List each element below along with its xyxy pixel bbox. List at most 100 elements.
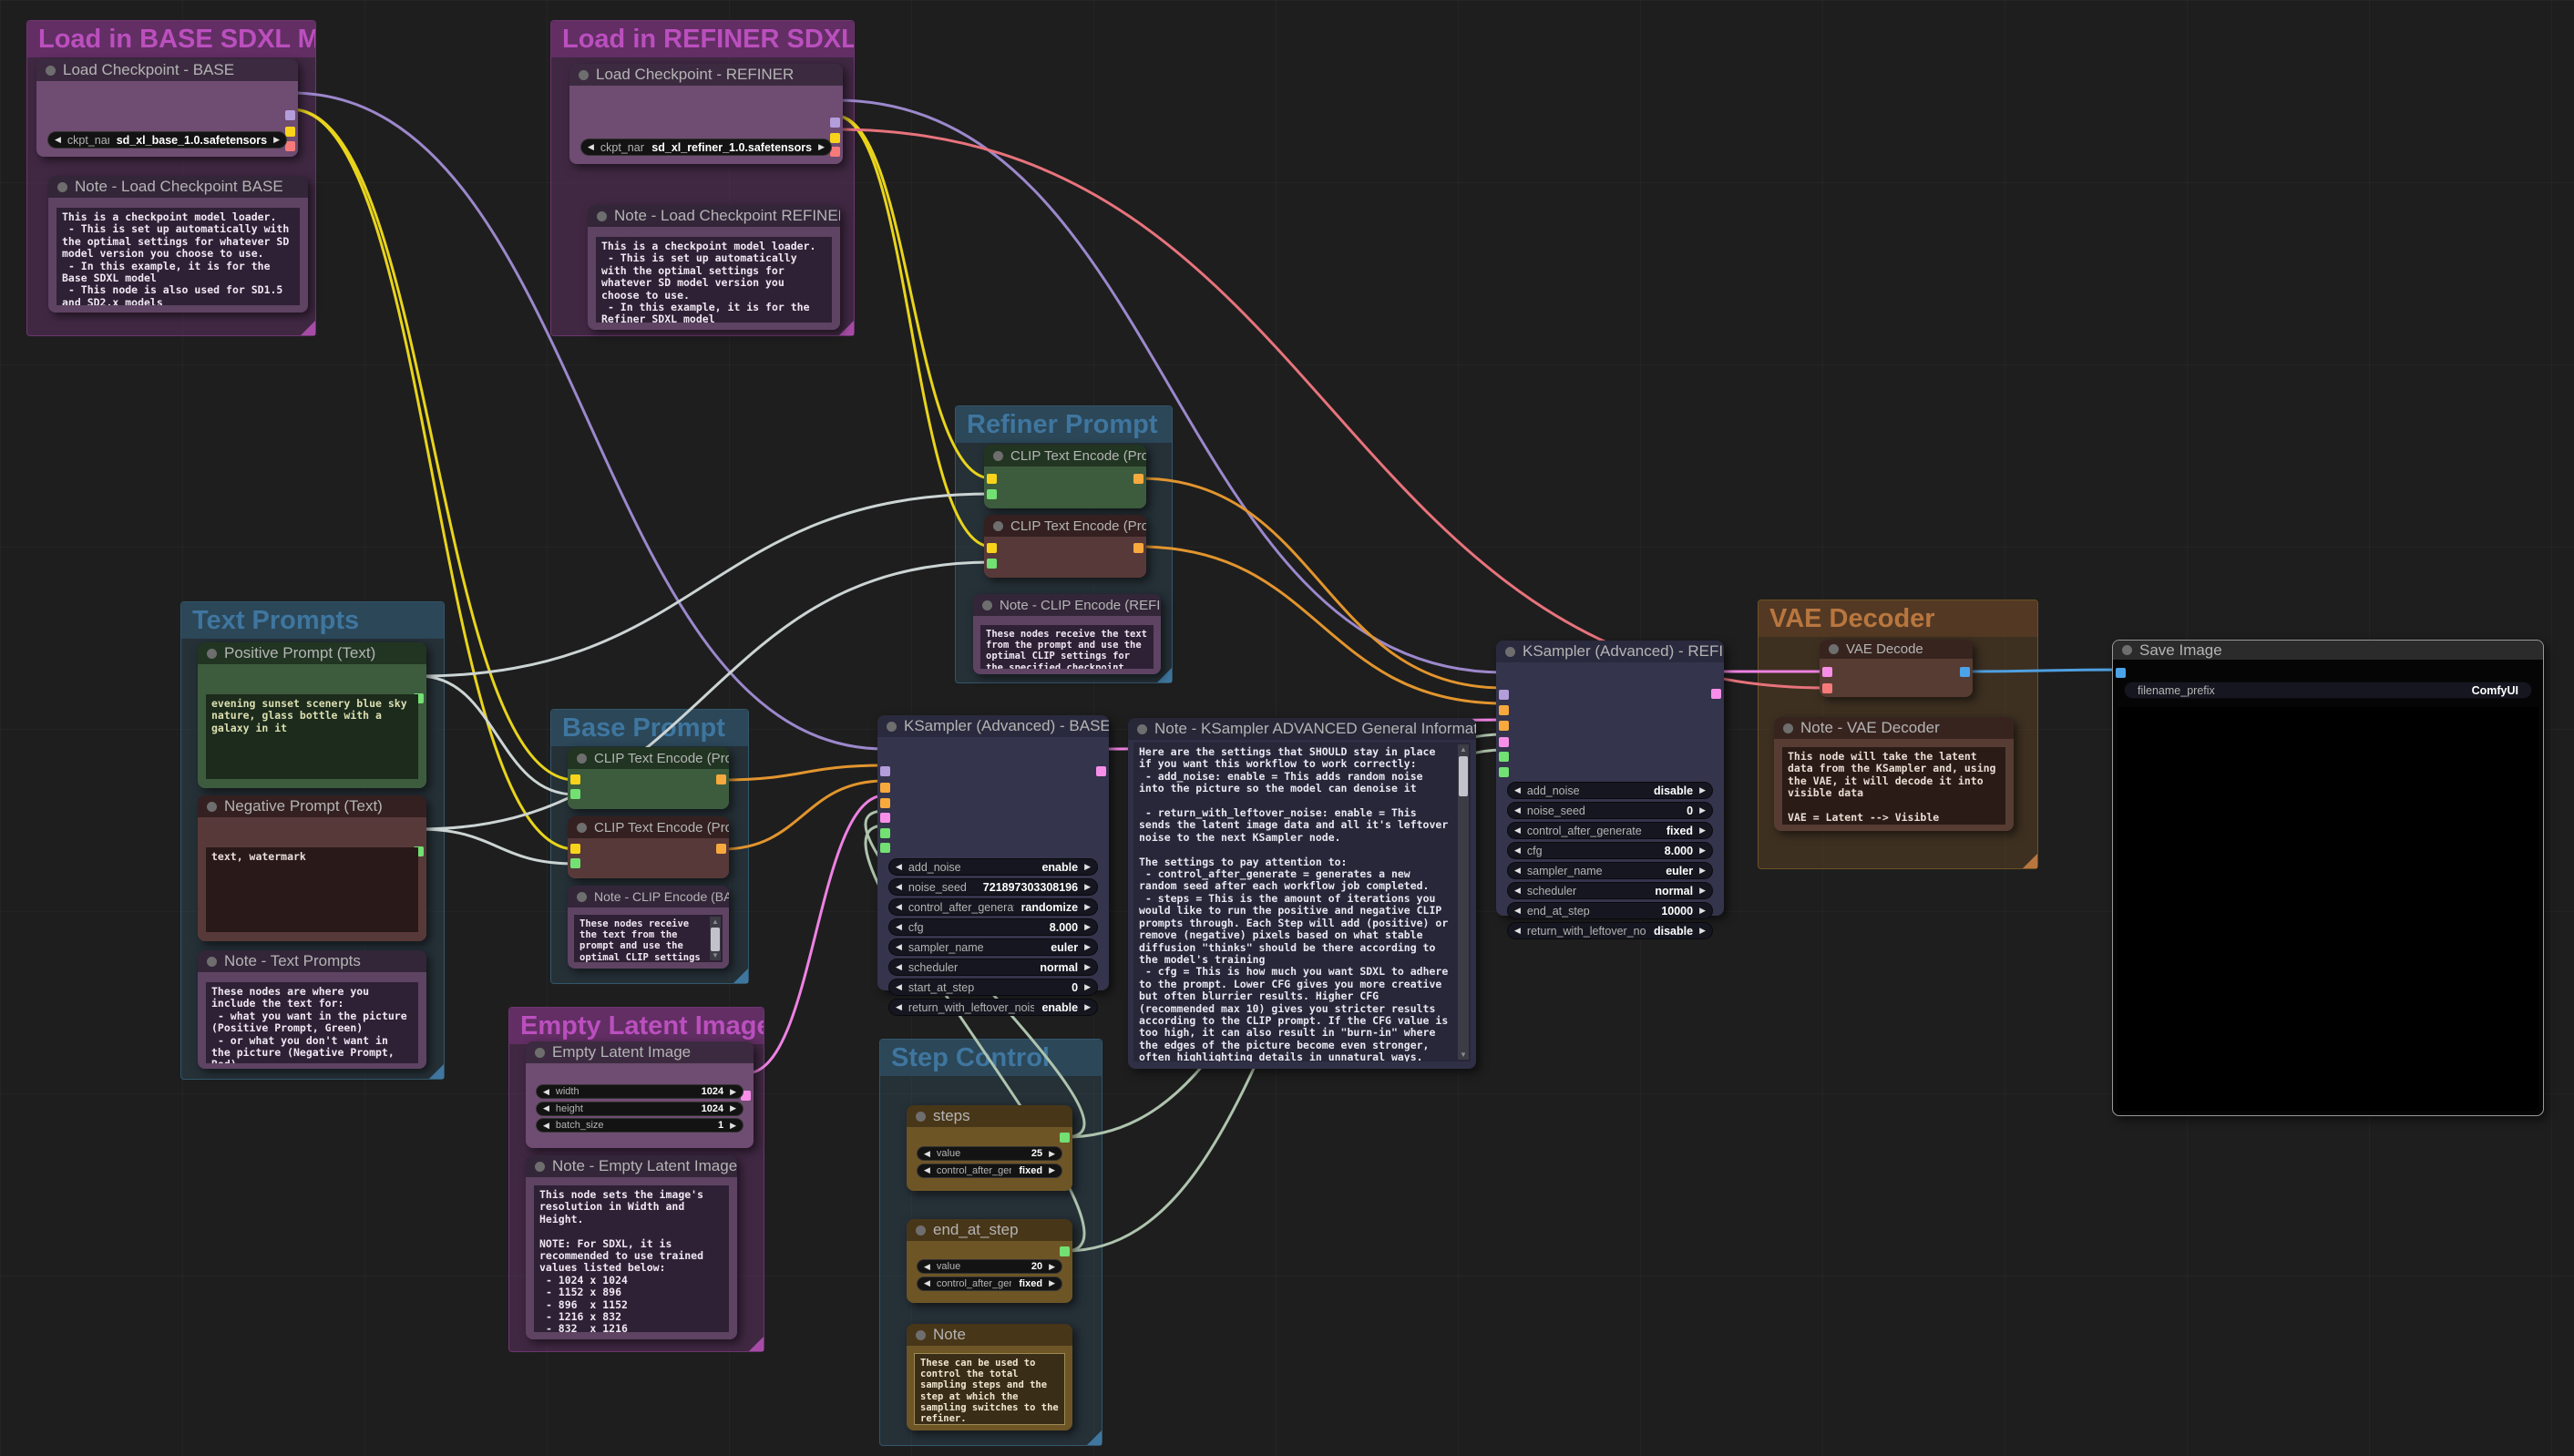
output-slot-image[interactable]: [1960, 667, 1970, 677]
node-note-clip-encode-refiner[interactable]: Note - CLIP Encode (REFINER) These nodes…: [973, 594, 1161, 674]
collapse-dot[interactable]: [993, 521, 1003, 531]
widget-ckpt_name[interactable]: ◀ckpt_namesd_xl_refiner_1.0.safetensors▶: [580, 138, 832, 156]
input-slot-clip[interactable]: [987, 474, 997, 484]
widget-add_noise[interactable]: ◀add_noisedisable▶: [1507, 782, 1713, 799]
input-slot-steps[interactable]: [1499, 752, 1509, 762]
collapse-dot[interactable]: [1137, 724, 1147, 734]
widget-decrement-arrow[interactable]: ◀: [1514, 785, 1521, 795]
widget-increment-arrow[interactable]: ▶: [1084, 902, 1091, 912]
widget-increment-arrow[interactable]: ▶: [1084, 942, 1091, 952]
widget-increment-arrow[interactable]: ▶: [1699, 906, 1706, 916]
widget-increment-arrow[interactable]: ▶: [1084, 882, 1091, 892]
node-load-checkpoint-base[interactable]: Load Checkpoint - BASE ◀ckpt_namesd_xl_b…: [36, 59, 298, 157]
widget-decrement-arrow[interactable]: ◀: [896, 902, 902, 912]
widget-decrement-arrow[interactable]: ◀: [543, 1103, 549, 1113]
collapse-dot[interactable]: [1829, 644, 1839, 654]
output-slot-int[interactable]: [1060, 1133, 1070, 1143]
node-ksampler-advanced-refiner[interactable]: KSampler (Advanced) - REFINER ◀add_noise…: [1496, 641, 1724, 916]
node-editor-canvas[interactable]: Load in BASE SDXL Model Load in REFINER …: [0, 0, 2574, 1456]
note-text[interactable]: This is a checkpoint model loader. - Thi…: [596, 237, 832, 323]
scroll-down-arrow[interactable]: ▼: [1458, 1050, 1469, 1060]
widget-increment-arrow[interactable]: ▶: [1084, 982, 1091, 992]
input-slot-start-at-step[interactable]: [1499, 767, 1509, 777]
input-slot-steps[interactable]: [880, 828, 890, 838]
output-slot-latent[interactable]: [1711, 689, 1721, 699]
collapse-dot[interactable]: [916, 1330, 926, 1340]
note-text[interactable]: This node will take the latent data from…: [1782, 747, 2005, 825]
widget-noise_seed[interactable]: ◀noise_seed721897303308196▶: [888, 878, 1098, 896]
node-note-load-checkpoint-refiner[interactable]: Note - Load Checkpoint REFINER This is a…: [588, 205, 840, 330]
node-positive-prompt[interactable]: Positive Prompt (Text) evening sunset sc…: [198, 642, 426, 788]
group-title[interactable]: Load in REFINER SDXL Model: [551, 21, 854, 57]
group-resize-handle[interactable]: [2023, 854, 2037, 868]
widget-increment-arrow[interactable]: ▶: [818, 142, 825, 152]
node-note-load-checkpoint-base[interactable]: Note - Load Checkpoint BASE This is a ch…: [48, 176, 308, 313]
widget-increment-arrow[interactable]: ▶: [1049, 1262, 1055, 1272]
widget-decrement-arrow[interactable]: ◀: [896, 1002, 902, 1012]
input-slot-model[interactable]: [880, 766, 890, 776]
input-slot-text[interactable]: [987, 489, 997, 499]
collapse-dot[interactable]: [207, 649, 217, 659]
widget-value[interactable]: ◀value20▶: [917, 1259, 1062, 1274]
scroll-up-arrow[interactable]: ▲: [710, 917, 721, 927]
note-text[interactable]: Here are the settings that SHOULD stay i…: [1133, 743, 1471, 1061]
widget-increment-arrow[interactable]: ▶: [1699, 886, 1706, 896]
input-slot-text[interactable]: [987, 559, 997, 569]
widget-decrement-arrow[interactable]: ◀: [1514, 846, 1521, 856]
output-slot-conditioning[interactable]: [716, 844, 726, 854]
node-steps-primitive[interactable]: steps ◀value25▶◀control_after_generatefi…: [907, 1105, 1072, 1191]
collapse-dot[interactable]: [1783, 723, 1793, 733]
widget-decrement-arrow[interactable]: ◀: [896, 862, 902, 872]
collapse-dot[interactable]: [535, 1048, 545, 1058]
widget-cfg[interactable]: ◀cfg8.000▶: [888, 918, 1098, 936]
widget-ckpt_name[interactable]: ◀ckpt_namesd_xl_base_1.0.safetensors▶: [47, 131, 287, 149]
widget-noise_seed[interactable]: ◀noise_seed0▶: [1507, 802, 1713, 819]
node-note-vae-decoder[interactable]: Note - VAE Decoder This node will take t…: [1774, 717, 2014, 831]
node-note-empty-latent[interactable]: Note - Empty Latent Image This node sets…: [526, 1155, 737, 1339]
node-end-at-step-primitive[interactable]: end_at_step ◀value20▶◀control_after_gene…: [907, 1219, 1072, 1303]
node-note-step-control[interactable]: Note These can be used to control the to…: [907, 1324, 1072, 1430]
group-title[interactable]: Text Prompts: [181, 602, 444, 639]
widget-decrement-arrow[interactable]: ◀: [896, 962, 902, 972]
widget-increment-arrow[interactable]: ▶: [730, 1121, 736, 1131]
input-slot-latent-image[interactable]: [880, 813, 890, 823]
input-slot-negative[interactable]: [1499, 721, 1509, 731]
prompt-textarea[interactable]: evening sunset scenery blue sky nature, …: [206, 694, 418, 779]
collapse-dot[interactable]: [577, 754, 587, 764]
widget-increment-arrow[interactable]: ▶: [730, 1103, 736, 1113]
output-slot-model[interactable]: [830, 118, 840, 128]
collapse-dot[interactable]: [57, 182, 67, 192]
widget-add_noise[interactable]: ◀add_noiseenable▶: [888, 858, 1098, 876]
widget-increment-arrow[interactable]: ▶: [1049, 1149, 1055, 1159]
widget-decrement-arrow[interactable]: ◀: [1514, 886, 1521, 896]
widget-decrement-arrow[interactable]: ◀: [1514, 906, 1521, 916]
widget-sampler_name[interactable]: ◀sampler_nameeuler▶: [888, 938, 1098, 956]
output-slot-model[interactable]: [285, 110, 295, 120]
scroll-down-arrow[interactable]: ▼: [710, 950, 721, 960]
collapse-dot[interactable]: [2122, 645, 2132, 655]
group-title[interactable]: Load in BASE SDXL Model: [27, 21, 315, 57]
group-title[interactable]: Refiner Prompt: [956, 406, 1172, 443]
group-title[interactable]: Empty Latent Image: [509, 1008, 764, 1044]
collapse-dot[interactable]: [579, 70, 589, 80]
group-resize-handle[interactable]: [749, 1337, 764, 1351]
input-slot-text[interactable]: [570, 789, 580, 799]
note-text[interactable]: These nodes are where you include the te…: [206, 982, 418, 1063]
widget-increment-arrow[interactable]: ▶: [1699, 846, 1706, 856]
scrollbar[interactable]: ▲ ▼: [1458, 744, 1469, 1060]
widget-decrement-arrow[interactable]: ◀: [896, 982, 902, 992]
input-slot-negative[interactable]: [880, 798, 890, 808]
collapse-dot[interactable]: [916, 1112, 926, 1122]
input-slot-samples[interactable]: [1822, 667, 1832, 677]
widget-decrement-arrow[interactable]: ◀: [896, 882, 902, 892]
input-slot-positive[interactable]: [1499, 705, 1509, 715]
widget-increment-arrow[interactable]: ▶: [1049, 1278, 1055, 1288]
widget-increment-arrow[interactable]: ▶: [730, 1087, 736, 1097]
widget-decrement-arrow[interactable]: ◀: [543, 1121, 549, 1131]
widget-increment-arrow[interactable]: ▶: [1084, 922, 1091, 932]
widget-scheduler[interactable]: ◀schedulernormal▶: [1507, 882, 1713, 899]
collapse-dot[interactable]: [993, 451, 1003, 461]
widget-decrement-arrow[interactable]: ◀: [896, 922, 902, 932]
collapse-dot[interactable]: [207, 957, 217, 967]
note-text[interactable]: This node sets the image's resolution in…: [534, 1185, 729, 1332]
